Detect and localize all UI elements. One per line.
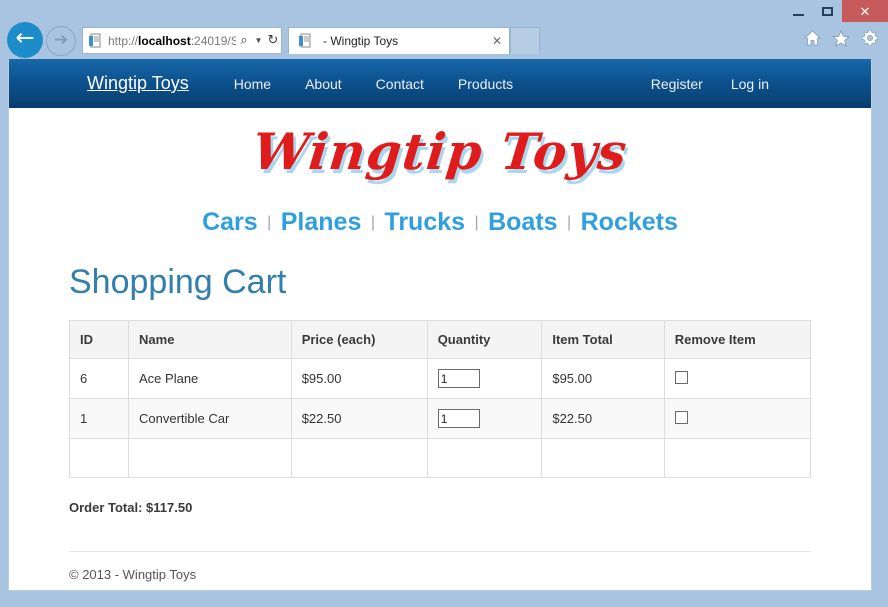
cell-remove <box>664 359 810 399</box>
cell-id: 6 <box>70 359 129 399</box>
category-link-boats[interactable]: Boats <box>486 208 559 236</box>
nav-item-login[interactable]: Log in <box>717 76 783 92</box>
cell-item-total: $95.00 <box>542 359 664 399</box>
browser-tab[interactable]: - Wingtip Toys ✕ <box>288 27 510 54</box>
forward-arrow-icon: ➔ <box>54 32 68 49</box>
cell-price <box>291 439 427 478</box>
title-bar: ✕ <box>0 0 888 22</box>
refresh-icon[interactable]: ↻ <box>265 33 281 48</box>
column-header-price: Price (each) <box>291 321 427 359</box>
tab-title: - Wingtip Toys <box>323 34 489 48</box>
nav-item-products[interactable]: Products <box>441 76 530 92</box>
cell-quantity <box>427 359 542 399</box>
remove-item-checkbox[interactable] <box>675 411 688 424</box>
cell-item-total: $22.50 <box>542 399 664 439</box>
cell-quantity <box>427 439 542 478</box>
table-row <box>70 439 811 478</box>
category-separator: | <box>264 214 274 231</box>
forward-button[interactable]: ➔ <box>46 26 76 56</box>
category-separator: | <box>471 214 481 231</box>
table-row: 6 Ace Plane $95.00 $95.00 <box>70 359 811 399</box>
maximize-icon <box>822 7 833 16</box>
page-body: Wingtip Toys Cars | Planes | Trucks | Bo… <box>9 108 871 582</box>
table-row: 1 Convertible Car $22.50 $22.50 <box>70 399 811 439</box>
cell-name: Ace Plane <box>129 359 292 399</box>
url-host: localhost <box>138 34 191 48</box>
back-button[interactable]: ← <box>7 22 43 58</box>
column-header-name: Name <box>129 321 292 359</box>
close-icon: ✕ <box>860 5 871 18</box>
close-button[interactable]: ✕ <box>842 0 888 22</box>
settings-gear-icon[interactable] <box>860 27 880 49</box>
nav-item-register[interactable]: Register <box>637 76 717 92</box>
category-separator: | <box>564 214 574 231</box>
browser-window: ✕ ← ➔ http://localhost:24019/S ⌕ ▼ <box>0 0 888 607</box>
maximize-button[interactable] <box>813 0 842 22</box>
column-header-quantity: Quantity <box>427 321 542 359</box>
quantity-input[interactable] <box>438 369 480 388</box>
quantity-input[interactable] <box>438 409 480 428</box>
brand-link[interactable]: Wingtip Toys <box>87 73 189 94</box>
page-favicon-icon <box>87 33 103 49</box>
new-tab-button[interactable] <box>510 27 540 54</box>
cart-table-body: 6 Ace Plane $95.00 $95.00 <box>70 359 811 478</box>
site-logo: Wingtip Toys <box>250 122 630 181</box>
cell-remove <box>664 439 810 478</box>
cell-price: $22.50 <box>291 399 427 439</box>
category-link-cars[interactable]: Cars <box>200 208 260 236</box>
browser-toolbar-icons <box>802 27 880 49</box>
cell-id <box>70 439 129 478</box>
tab-close-icon[interactable]: ✕ <box>489 34 505 48</box>
page-footer: © 2013 - Wingtip Toys <box>69 551 811 582</box>
category-link-planes[interactable]: Planes <box>279 208 364 236</box>
page-title: Shopping Cart <box>69 263 811 302</box>
account-nav: Register Log in <box>637 76 783 92</box>
window-controls: ✕ <box>784 0 888 22</box>
logo-container: Wingtip Toys <box>9 108 871 192</box>
shopping-cart-table: ID Name Price (each) Quantity Item Total… <box>69 320 811 478</box>
url-scheme: http:// <box>108 34 138 48</box>
url-path: :24019/S <box>191 34 236 48</box>
minimize-button[interactable] <box>784 0 813 22</box>
category-link-trucks[interactable]: Trucks <box>382 208 467 236</box>
cart-table-head: ID Name Price (each) Quantity Item Total… <box>70 321 811 359</box>
address-bar[interactable]: http://localhost:24019/S ⌕ ▼ ↻ <box>82 27 282 54</box>
favorites-star-icon[interactable] <box>831 27 851 49</box>
copyright-text: © 2013 - Wingtip Toys <box>69 567 196 582</box>
column-header-item-total: Item Total <box>542 321 664 359</box>
main-content: Shopping Cart ID Name Price (each) Quant… <box>9 263 871 582</box>
cell-name: Convertible Car <box>129 399 292 439</box>
browser-toolbar: ← ➔ http://localhost:24019/S ⌕ ▼ ↻ <box>0 22 888 59</box>
tab-favicon-icon <box>297 33 313 49</box>
search-icon[interactable]: ⌕ <box>236 33 252 48</box>
remove-item-checkbox[interactable] <box>675 371 688 384</box>
back-arrow-icon: ← <box>15 27 34 50</box>
url-text: http://localhost:24019/S <box>108 34 236 48</box>
cell-id: 1 <box>70 399 129 439</box>
cell-price: $95.00 <box>291 359 427 399</box>
cell-name <box>129 439 292 478</box>
cell-quantity <box>427 399 542 439</box>
tab-strip: - Wingtip Toys ✕ <box>288 27 540 54</box>
table-header-row: ID Name Price (each) Quantity Item Total… <box>70 321 811 359</box>
category-links: Cars | Planes | Trucks | Boats | Rockets <box>9 192 871 247</box>
order-total: Order Total: $117.50 <box>69 500 811 515</box>
chevron-down-icon[interactable]: ▼ <box>252 36 265 45</box>
nav-item-home[interactable]: Home <box>217 76 288 92</box>
page-viewport: Wingtip Toys Home About Contact Products… <box>8 59 872 591</box>
cell-item-total <box>542 439 664 478</box>
column-header-id: ID <box>70 321 129 359</box>
site-navbar: Wingtip Toys Home About Contact Products… <box>9 59 871 108</box>
category-link-rockets[interactable]: Rockets <box>579 208 680 236</box>
home-icon[interactable] <box>802 27 822 49</box>
category-separator: | <box>368 214 378 231</box>
column-header-remove: Remove Item <box>664 321 810 359</box>
nav-item-contact[interactable]: Contact <box>359 76 441 92</box>
primary-nav: Home About Contact Products <box>217 76 530 92</box>
nav-item-about[interactable]: About <box>288 76 359 92</box>
minimize-icon <box>793 14 804 16</box>
cell-remove <box>664 399 810 439</box>
